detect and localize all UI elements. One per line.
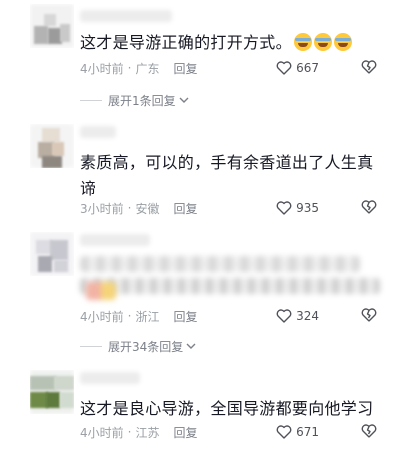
comment-text: 这才是良心导游，全国导游都要向他学习 <box>80 399 374 418</box>
obscured-text <box>80 278 380 294</box>
heart-outline-icon <box>276 425 292 439</box>
divider <box>80 345 102 347</box>
comment-location: 安徽 <box>135 201 160 216</box>
separator: · <box>127 309 132 323</box>
separator: · <box>127 61 132 75</box>
heart-outline-icon <box>276 61 292 75</box>
like-count: 935 <box>296 201 319 215</box>
comment-meta: 4小时前 · 江苏 回复 671 <box>80 422 377 442</box>
separator: · <box>127 201 132 215</box>
divider <box>80 99 102 101</box>
like-button[interactable]: 671 <box>276 425 319 439</box>
comment-meta: 4小时前 · 广东 回复 667 <box>80 58 377 78</box>
like-count: 324 <box>296 309 319 323</box>
dislike-button[interactable] <box>361 199 377 217</box>
reply-button[interactable]: 回复 <box>173 424 197 441</box>
avatar[interactable] <box>30 370 74 414</box>
chevron-down-icon <box>179 97 189 103</box>
laughing-tears-emoji-icon <box>293 33 312 51</box>
comment-time: 4小时前 <box>80 61 124 76</box>
obscured-text <box>80 256 360 272</box>
reply-button[interactable]: 回复 <box>173 308 197 325</box>
dislike-button[interactable] <box>361 59 377 77</box>
dislike-button[interactable] <box>361 423 377 441</box>
username[interactable] <box>80 234 150 246</box>
comment-meta: 3小时前 · 安徽 回复 935 <box>80 198 377 218</box>
avatar[interactable] <box>30 232 74 276</box>
like-button[interactable]: 935 <box>276 201 319 215</box>
expand-replies-button[interactable]: 展开34条回复 <box>80 337 197 355</box>
broken-heart-icon <box>361 307 377 321</box>
avatar[interactable] <box>30 4 74 48</box>
comment-location: 江苏 <box>135 425 160 440</box>
comment-location: 广东 <box>135 61 160 76</box>
heart-outline-icon <box>276 201 292 215</box>
broken-heart-icon <box>361 423 377 437</box>
reply-button[interactable]: 回复 <box>173 200 197 217</box>
separator: · <box>127 425 132 439</box>
obscured-emoji <box>86 282 116 300</box>
laughing-tears-emoji-icon <box>333 33 352 51</box>
comment-meta: 4小时前 · 浙江 回复 324 <box>80 306 377 326</box>
dislike-button[interactable] <box>361 307 377 325</box>
comment-text: 素质高，可以的，手有余香道出了人生真谛 <box>80 153 374 198</box>
comment-location: 浙江 <box>135 309 160 324</box>
like-button[interactable]: 667 <box>276 61 319 75</box>
comment-time: 4小时前 <box>80 309 124 324</box>
like-count: 667 <box>296 61 319 75</box>
like-button[interactable]: 324 <box>276 309 319 323</box>
username[interactable] <box>80 126 116 138</box>
broken-heart-icon <box>361 199 377 213</box>
broken-heart-icon <box>361 59 377 73</box>
expand-replies-button[interactable]: 展开1条回复 <box>80 91 190 109</box>
username[interactable] <box>80 372 140 384</box>
comment-time: 3小时前 <box>80 201 124 216</box>
heart-outline-icon <box>276 309 292 323</box>
avatar[interactable] <box>30 124 74 168</box>
comment-text: 这才是导游正确的打开方式。 <box>80 30 377 56</box>
reply-button[interactable]: 回复 <box>173 60 197 77</box>
comment-time: 4小时前 <box>80 425 124 440</box>
username[interactable] <box>80 10 172 22</box>
like-count: 671 <box>296 425 319 439</box>
chevron-down-icon <box>186 343 196 349</box>
laughing-tears-emoji-icon <box>313 33 332 51</box>
